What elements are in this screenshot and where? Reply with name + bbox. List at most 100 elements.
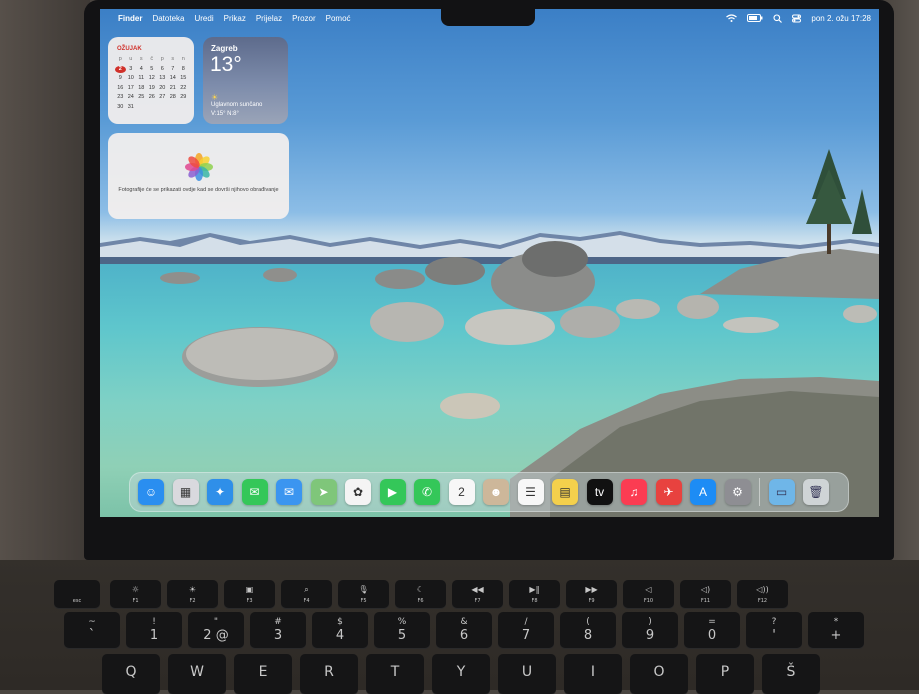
calendar-day: 10 — [127, 75, 134, 81]
photos-widget-message: Fotografije će se prikazati ovdje kad se… — [118, 187, 279, 193]
menu-prikaz[interactable]: Prikaz — [224, 14, 246, 23]
key-o[interactable]: O — [630, 654, 688, 694]
music-icon[interactable]: ♫ — [621, 479, 647, 505]
key-label: F1 — [132, 598, 139, 604]
key-y[interactable]: Y — [432, 654, 490, 694]
key-p[interactable]: P — [696, 654, 754, 694]
key-f1[interactable]: ☼ F1 — [110, 580, 161, 608]
key-char: 0 — [707, 628, 717, 643]
calendar-weekday: s — [139, 56, 143, 62]
menu-prozor[interactable]: Prozor — [292, 14, 316, 23]
safari-icon[interactable]: ✦ — [207, 479, 233, 505]
key-icon: ▶▶ — [585, 585, 598, 594]
tv-icon[interactable]: tv — [586, 479, 613, 505]
weather-hi-lo: V:15° N:8° — [211, 111, 239, 117]
key-6[interactable]: % 5 — [374, 612, 430, 648]
facetime-icon[interactable]: ▶ — [379, 479, 406, 505]
calendar-day — [178, 104, 189, 111]
key-f8[interactable]: ▶‖ F8 — [509, 580, 560, 608]
mail-icon[interactable]: ✉ — [276, 479, 302, 505]
key-f9[interactable]: ▶▶ F9 — [566, 580, 617, 608]
battery-icon[interactable] — [747, 14, 763, 22]
key-label: F9 — [588, 598, 595, 604]
key-9[interactable]: (8 — [560, 612, 616, 648]
key-5[interactable]: $4 — [312, 612, 368, 648]
calendar-day: 6 — [160, 65, 164, 72]
calendar-day: 23 — [117, 94, 124, 100]
key-icon: 🎙 — [358, 585, 369, 594]
calendar-day: 18 — [138, 84, 145, 91]
key-3[interactable]: " 2 @ — [188, 612, 244, 648]
key-shift-char: ) — [648, 617, 652, 627]
key-f4[interactable]: ⌕ F4 — [281, 580, 332, 608]
key-char: P — [720, 664, 730, 680]
photos-widget[interactable]: Fotografije će se prikazati ovdje kad se… — [108, 133, 289, 219]
trash-icon[interactable]: 🗑 — [803, 479, 829, 505]
key-4[interactable]: #3 — [250, 612, 306, 648]
maps-icon[interactable]: ➤ — [310, 479, 337, 505]
key-icon: ◁) — [700, 585, 711, 594]
messages-icon[interactable]: ✉ — [241, 479, 268, 505]
menu-prijelaz[interactable]: Prijelaz — [256, 14, 282, 23]
key-label: F11 — [700, 598, 711, 604]
photos-icon[interactable]: ✿ — [345, 479, 371, 505]
key-w[interactable]: W — [168, 654, 226, 694]
rocket-icon[interactable]: ✈ — [655, 479, 682, 505]
key-i[interactable]: I — [564, 654, 622, 694]
menu-clock[interactable]: pon 2. ožu 17:28 — [811, 14, 871, 23]
key-e[interactable]: E — [234, 654, 292, 694]
contacts-icon[interactable]: ☻ — [483, 479, 509, 505]
wifi-icon[interactable] — [726, 14, 738, 22]
notes-icon[interactable]: ▤ — [552, 479, 578, 505]
key-10[interactable]: ) 9 — [622, 612, 678, 648]
weather-widget[interactable]: Zagreb 13° ☀ Uglavnom sunčano V:15° N:8° — [203, 37, 288, 124]
app-store-icon[interactable]: A — [690, 479, 716, 505]
calendar-icon[interactable]: 2 — [448, 479, 475, 505]
key-11[interactable]: = 0 — [684, 612, 740, 648]
phone-icon[interactable]: ✆ — [414, 479, 440, 505]
menu-datoteka[interactable]: Datoteka — [152, 14, 184, 23]
key-char: T — [390, 664, 400, 680]
key-shift-char: = — [708, 617, 716, 627]
key-r[interactable]: R — [300, 654, 358, 694]
key-char: 2 @ — [203, 628, 229, 643]
key-f10[interactable]: ◁ F10 — [623, 580, 674, 608]
key-esc[interactable]: esc — [54, 580, 100, 608]
key-1[interactable]: ~ ` — [64, 612, 120, 648]
key-shift-char: / — [524, 617, 528, 627]
key-8[interactable]: /7 — [498, 612, 554, 648]
key-f6[interactable]: ☾ F6 — [395, 580, 446, 608]
finder-icon[interactable]: ☺ — [138, 479, 164, 505]
key-7[interactable]: & 6 — [436, 612, 492, 648]
key-f12[interactable]: ◁)) F12 — [737, 580, 788, 608]
key-2[interactable]: ! 1 — [126, 612, 182, 648]
key-š[interactable]: Š — [762, 654, 820, 694]
calendar-day: 25 — [138, 94, 145, 100]
menu-pomoc[interactable]: Pomoć — [326, 14, 351, 23]
key-u[interactable]: U — [498, 654, 556, 694]
calendar-weekday: u — [129, 56, 133, 62]
search-icon[interactable] — [773, 13, 783, 23]
system-settings-icon[interactable]: ⚙ — [724, 479, 751, 505]
key-f11[interactable]: ◁) F11 — [680, 580, 731, 608]
menu-finder[interactable]: Finder — [118, 14, 142, 23]
calendar-month: OŽUJAK — [117, 46, 142, 52]
calendar-widget[interactable]: OŽUJAK p u s č p s n 2 3 4 5 6 7 8 9 10 11 12 13 14 15 16 17 18… — [108, 37, 194, 124]
key-12[interactable]: ? ' — [746, 612, 802, 648]
key-f3[interactable]: ▣ F3 — [224, 580, 275, 608]
menu-uredi[interactable]: Uredi — [194, 14, 213, 23]
key-icon: ◁)) — [756, 585, 769, 594]
key-char: 1 — [149, 628, 159, 643]
key-t[interactable]: T — [366, 654, 424, 694]
key-q[interactable]: Q — [102, 654, 160, 694]
control-center-icon[interactable] — [792, 14, 802, 23]
calendar-day: 31 — [127, 103, 134, 110]
launchpad-icon[interactable]: ▦ — [172, 479, 199, 505]
key-f5[interactable]: 🎙 F5 — [338, 580, 389, 608]
downloads-folder-icon[interactable]: ▭ — [768, 479, 795, 505]
reminders-icon[interactable]: ☰ — [517, 479, 544, 505]
key-f7[interactable]: ◀◀ F7 — [452, 580, 503, 608]
key-13[interactable]: * + — [808, 612, 864, 648]
key-label: F2 — [189, 598, 196, 604]
key-f2[interactable]: ☀ F2 — [167, 580, 218, 608]
